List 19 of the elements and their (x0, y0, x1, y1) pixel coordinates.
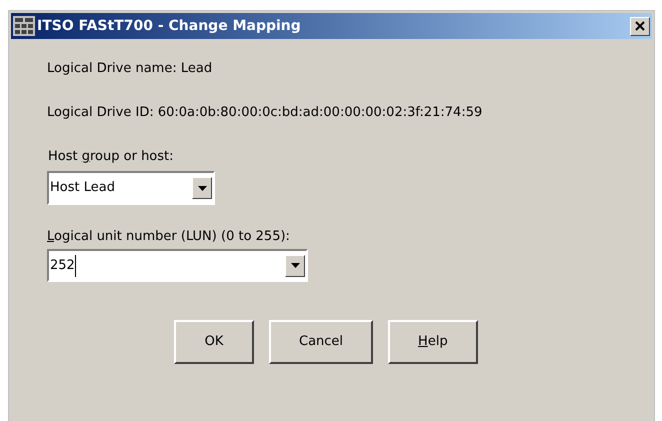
info-text: Logical Drive name: Lead (47, 60, 214, 78)
field-label: Host group or host: (48, 148, 175, 166)
close-icon (635, 21, 645, 31)
dropdown-value: Host Lead (50, 179, 115, 198)
field-label: Logical unit number (LUN) (0 to 255): (47, 228, 291, 246)
app-icon (13, 16, 35, 36)
lun-combo-box[interactable]: 252 (47, 249, 308, 282)
close-button[interactable] (630, 16, 650, 36)
dropdown-button[interactable] (192, 177, 212, 199)
combo-value: 252 (50, 256, 75, 275)
dialog-button[interactable]: Help (388, 320, 478, 364)
dropdown-button[interactable] (285, 254, 305, 276)
info-text: Logical Drive ID: 60:0a:0b:80:00:0c:bd:ad:00:00:00:02:3f:21:74:59 (47, 104, 484, 122)
window-title: ITSO FAStT700 - Change Mapping (37, 16, 301, 36)
host-dropdown[interactable]: Host Lead (47, 171, 215, 205)
dialog-button[interactable]: Cancel (269, 320, 374, 364)
dialog-button[interactable]: OK (174, 320, 254, 364)
caret-icon (198, 186, 206, 190)
caret-icon (290, 263, 300, 268)
